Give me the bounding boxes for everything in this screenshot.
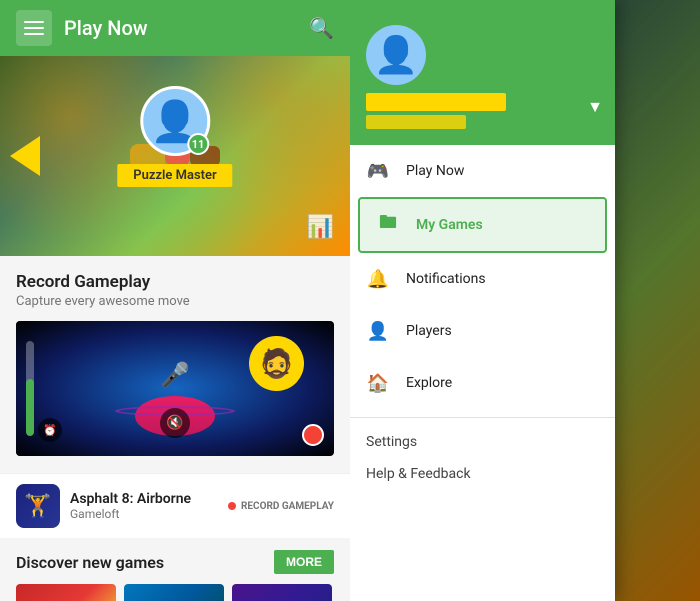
record-subtitle: Capture every awesome move	[16, 294, 334, 309]
play-now-icon: 🎮	[366, 159, 390, 183]
drawer-item-players-label: Players	[406, 323, 452, 339]
microphone-icon: 🎤	[160, 361, 190, 389]
drawer-item-play-now[interactable]: 🎮 Play Now	[350, 145, 615, 197]
drawer-menu: 🎮 Play Now 🖿 My Games 🔔 Notifications 👤	[350, 145, 615, 601]
discover-section: Discover new games MORE	[0, 538, 350, 601]
drawer-username-bar	[366, 93, 506, 111]
drawer-settings[interactable]: Settings	[350, 426, 615, 458]
search-icon[interactable]: 🔍	[309, 16, 334, 40]
main-panel: Play Now 🔍 👤 11 Puzzle Master 📊 Record G…	[0, 0, 350, 601]
game-info: Asphalt 8: Airborne Gameloft	[70, 491, 228, 521]
drawer-chevron-icon[interactable]: ▼	[587, 97, 603, 117]
drawer-avatar-icon: 👤	[374, 34, 419, 76]
drawer-item-my-games[interactable]: 🖿 My Games	[358, 197, 607, 253]
navigation-drawer: 👤 ▼ 🎮 Play Now 🖿 My Games	[350, 0, 615, 601]
hero-avatar-area: 👤 11 Puzzle Master	[117, 86, 232, 187]
record-title: Record Gameplay	[16, 272, 334, 292]
hero-avatar[interactable]: 👤 11	[140, 86, 210, 156]
explore-icon: 🏠	[366, 371, 390, 395]
discover-header: Discover new games MORE	[16, 550, 334, 574]
hero-section: 👤 11 Puzzle Master 📊	[0, 56, 350, 256]
record-section: Record Gameplay Capture every awesome mo…	[0, 256, 350, 472]
game-card[interactable]: 🏋 Asphalt 8: Airborne Gameloft RECORD GA…	[0, 473, 350, 538]
no-mic-icon: 🔇	[160, 408, 190, 438]
drawer-header: 👤 ▼	[350, 0, 615, 145]
right-panel: 👤 ▼ 🎮 Play Now 🖿 My Games	[350, 0, 700, 601]
drawer-avatar[interactable]: 👤	[366, 25, 426, 85]
drawer-item-notifications-label: Notifications	[406, 271, 486, 287]
hero-arrow-icon	[10, 136, 40, 176]
drawer-item-explore-label: Explore	[406, 375, 452, 391]
hamburger-line-2	[24, 27, 44, 29]
hamburger-line-3	[24, 33, 44, 35]
stats-bar-icon[interactable]: 📊	[307, 215, 334, 240]
header-title: Play Now	[64, 16, 309, 40]
game-thumbnails	[16, 584, 334, 601]
my-games-icon: 🖿	[376, 213, 400, 237]
notification-badge: 11	[187, 133, 209, 155]
drawer-item-play-now-label: Play Now	[406, 163, 464, 179]
drawer-help[interactable]: Help & Feedback	[350, 458, 615, 490]
players-icon: 👤	[366, 319, 390, 343]
record-image: 🎤 🧔 🔇 ⏰	[16, 321, 334, 456]
record-dot-icon	[228, 502, 236, 510]
more-button[interactable]: MORE	[274, 550, 334, 574]
hamburger-button[interactable]	[16, 10, 52, 46]
game-developer: Gameloft	[70, 507, 228, 521]
record-button[interactable]	[302, 424, 324, 446]
drawer-item-explore[interactable]: 🏠 Explore	[350, 357, 615, 409]
game-title: Asphalt 8: Airborne	[70, 491, 228, 507]
app-container: Play Now 🔍 👤 11 Puzzle Master 📊 Record G…	[0, 0, 700, 601]
game-icon: 🏋	[16, 484, 60, 528]
drawer-divider	[350, 417, 615, 418]
character-avatar: 🧔	[249, 336, 304, 391]
drawer-overlay[interactable]	[615, 0, 700, 601]
hamburger-line-1	[24, 21, 44, 23]
notifications-icon: 🔔	[366, 267, 390, 291]
record-gameplay-label: RECORD GAMEPLAY	[241, 501, 334, 512]
drawer-item-my-games-label: My Games	[416, 217, 483, 233]
hero-username: Puzzle Master	[117, 164, 232, 187]
timer-icon: ⏰	[38, 418, 62, 442]
volume-bar	[26, 341, 34, 436]
drawer-item-players[interactable]: 👤 Players	[350, 305, 615, 357]
game-thumbnail-3[interactable]	[232, 584, 332, 601]
game-thumbnail-1[interactable]	[16, 584, 116, 601]
drawer-status-bar	[366, 115, 466, 129]
discover-title: Discover new games	[16, 553, 164, 572]
drawer-item-notifications[interactable]: 🔔 Notifications	[350, 253, 615, 305]
game-thumbnail-2[interactable]	[124, 584, 224, 601]
record-gameplay-button[interactable]: RECORD GAMEPLAY	[228, 501, 334, 512]
header: Play Now 🔍	[0, 0, 350, 56]
volume-fill	[26, 379, 34, 436]
